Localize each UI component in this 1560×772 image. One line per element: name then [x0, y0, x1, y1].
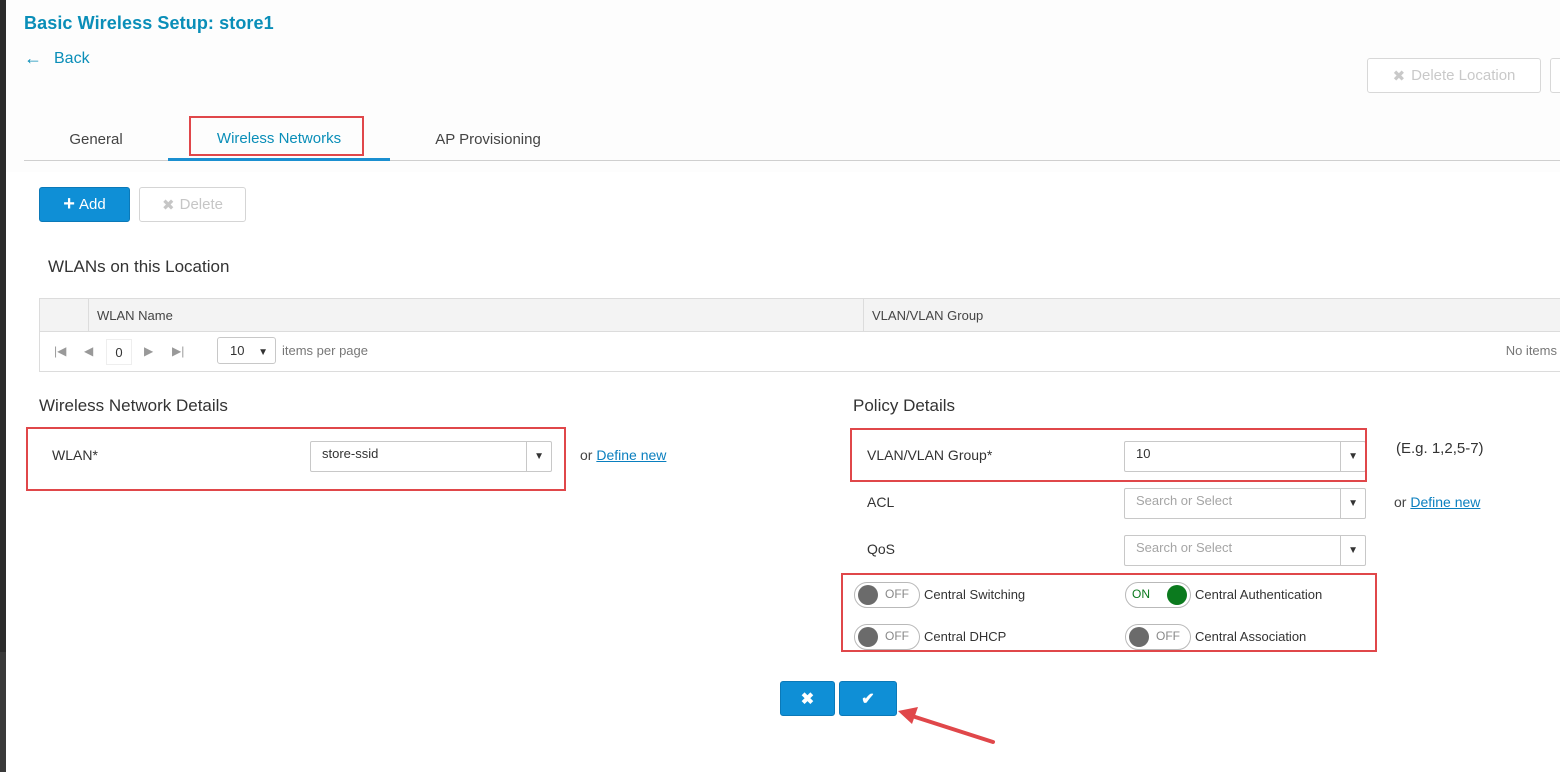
annotation-arrow-icon: [898, 707, 995, 744]
vlan-label: VLAN/VLAN Group*: [867, 447, 993, 463]
select-all-cell[interactable]: [40, 299, 89, 332]
items-per-page-label: items per page: [282, 343, 368, 358]
plus-icon: +: [63, 192, 75, 215]
column-header-vlan[interactable]: VLAN/VLAN Group: [864, 299, 1560, 332]
back-arrow-icon: ←: [24, 48, 42, 68]
central-authentication-label: Central Authentication: [1195, 587, 1323, 602]
chevron-down-icon: ▼: [1348, 498, 1358, 509]
page-size-value: 10: [230, 343, 245, 358]
no-items-label: No items: [1505, 343, 1557, 358]
table-pager: |◀ ◀ 0 ▶ ▶| 10 ▼ items per page No items: [40, 332, 1560, 372]
central-dhcp-toggle[interactable]: OFF: [854, 624, 920, 650]
acl-placeholder: Search or Select: [1136, 493, 1233, 508]
delete-icon: ✖: [162, 196, 175, 214]
confirm-button[interactable]: ✔: [839, 681, 897, 716]
delete-button[interactable]: ✖ Delete: [139, 187, 246, 222]
back-label: Back: [54, 49, 90, 67]
qos-select[interactable]: Search or Select ▼: [1124, 535, 1366, 566]
delete-label: Delete: [179, 196, 223, 213]
select-divider: [1340, 442, 1341, 471]
delete-icon: ✖: [1392, 67, 1406, 85]
close-icon: ✖: [800, 690, 815, 708]
policy-details-title: Policy Details: [853, 396, 956, 415]
toggle-state: OFF: [1156, 629, 1180, 643]
overflow-button[interactable]: [1550, 58, 1560, 93]
select-divider: [526, 442, 527, 471]
qos-label: QoS: [867, 541, 896, 557]
wlan-select[interactable]: store-ssid ▼: [310, 441, 552, 472]
page-title: Basic Wireless Setup: store1: [24, 13, 274, 33]
central-switching-label: Central Switching: [924, 587, 1026, 602]
toggle-knob: [858, 585, 878, 605]
select-divider: [1340, 536, 1341, 565]
central-dhcp-label: Central DHCP: [924, 629, 1007, 644]
central-authentication-toggle[interactable]: ON: [1125, 582, 1191, 608]
add-label: Add: [78, 196, 106, 213]
cancel-button[interactable]: ✖: [780, 681, 835, 716]
back-link[interactable]: ← Back: [24, 48, 90, 69]
define-new-acl-link[interactable]: Define new: [1410, 494, 1480, 510]
or-label: or: [1394, 494, 1407, 510]
toggle-state: OFF: [885, 587, 909, 601]
toggle-state: OFF: [885, 629, 909, 643]
tab-wireless-networks[interactable]: Wireless Networks: [168, 118, 390, 161]
last-page-icon[interactable]: ▶|: [172, 344, 184, 358]
table-header: WLAN Name VLAN/VLAN Group: [40, 299, 1560, 332]
select-divider: [1340, 489, 1341, 518]
delete-location-button[interactable]: ✖ Delete Location: [1367, 58, 1541, 93]
acl-label: ACL: [867, 494, 895, 510]
page-size-select[interactable]: 10 ▼: [217, 337, 276, 364]
chevron-down-icon: ▼: [1348, 451, 1358, 462]
toggle-knob: [858, 627, 878, 647]
central-association-label: Central Association: [1195, 629, 1307, 644]
tab-ap-provisioning[interactable]: AP Provisioning: [390, 118, 586, 161]
acl-define-new: or Define new: [1394, 494, 1480, 510]
delete-location-label: Delete Location: [1411, 67, 1516, 84]
acl-select[interactable]: Search or Select ▼: [1124, 488, 1366, 519]
add-button[interactable]: + Add: [39, 187, 130, 222]
define-new-wlan-link[interactable]: Define new: [596, 447, 666, 463]
page-number[interactable]: 0: [106, 339, 132, 365]
wlan-value: store-ssid: [322, 446, 379, 461]
central-switching-toggle[interactable]: OFF: [854, 582, 920, 608]
check-icon: ✔: [861, 690, 875, 708]
wlan-table: WLAN Name VLAN/VLAN Group |◀ ◀ 0 ▶ ▶| 10…: [39, 298, 1560, 372]
chevron-down-icon: ▼: [258, 347, 268, 358]
tab-general[interactable]: General: [24, 118, 168, 161]
first-page-icon[interactable]: |◀: [54, 344, 66, 358]
column-header-wlan-name[interactable]: WLAN Name: [89, 299, 864, 332]
vlan-value: 10: [1136, 446, 1151, 461]
tab-bar: General Wireless Networks AP Provisionin…: [24, 118, 1560, 161]
wlan-label: WLAN*: [52, 447, 98, 463]
qos-placeholder: Search or Select: [1136, 540, 1233, 555]
wireless-details-title: Wireless Network Details: [39, 396, 228, 415]
prev-page-icon[interactable]: ◀: [84, 344, 93, 358]
vlan-select[interactable]: 10 ▼: [1124, 441, 1366, 472]
toggle-knob: [1129, 627, 1149, 647]
toggle-knob: [1167, 585, 1187, 605]
chevron-down-icon: ▼: [534, 451, 544, 462]
toggle-state: ON: [1132, 587, 1150, 601]
wlans-section-title: WLANs on this Location: [48, 257, 230, 276]
chevron-down-icon: ▼: [1348, 545, 1358, 556]
central-association-toggle[interactable]: OFF: [1125, 624, 1191, 650]
left-edge-notch: [0, 652, 6, 772]
next-page-icon[interactable]: ▶: [144, 344, 153, 358]
vlan-hint: (E.g. 1,2,5-7): [1396, 440, 1484, 457]
or-label: or: [580, 447, 593, 463]
wlan-define-new: or Define new: [580, 447, 666, 463]
